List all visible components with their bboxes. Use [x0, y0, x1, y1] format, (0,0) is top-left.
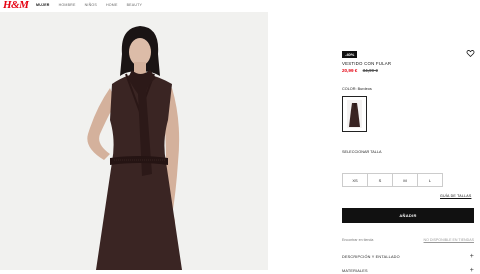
nav-item-hombre[interactable]: HOMBRE [59, 3, 76, 7]
plus-icon: + [469, 267, 474, 274]
product-details: -40% VESTIDO CON FULAR 20,99 € 34,99 € C… [268, 12, 480, 274]
nav-item-mujer[interactable]: MUJER [36, 3, 50, 7]
main-nav: MUJER HOMBRE NIÑOS HOME BEAUTY [36, 3, 142, 7]
color-label: COLOR: Burdeos [342, 87, 372, 91]
hm-logo[interactable]: H&M [3, 0, 29, 11]
nav-item-beauty[interactable]: BEAUTY [127, 3, 143, 7]
size-option-s[interactable]: S [367, 173, 393, 187]
find-in-store-link[interactable]: Encontrar en tienda [342, 238, 373, 242]
product-name: VESTIDO CON FULAR [342, 61, 392, 66]
product-prices: 20,99 € 34,99 € [342, 68, 378, 73]
dress-thumbnail-icon [349, 103, 360, 127]
top-header: H&M MUJER HOMBRE NIÑOS HOME BEAUTY [0, 0, 480, 12]
discount-badge: -40% [342, 51, 358, 58]
size-option-l[interactable]: L [417, 173, 443, 187]
price-original: 34,99 € [362, 68, 378, 73]
accordion-materials-label: MATERIALES [342, 268, 368, 273]
heart-outline-icon[interactable] [466, 49, 475, 58]
size-option-m[interactable]: M [392, 173, 418, 187]
accordion-description-label: DESCRIPCIÓN Y ENTALLADO [342, 254, 400, 259]
swatch-thumbnail [347, 100, 362, 128]
product-image[interactable] [0, 12, 268, 270]
size-selector: XS S M L [342, 173, 443, 187]
nav-item-home[interactable]: HOME [106, 3, 118, 7]
store-availability[interactable]: NO DISPONIBLE EN TIENDAS [424, 238, 474, 242]
model-photo [87, 26, 182, 270]
accordion-materials[interactable]: MATERIALES + [342, 267, 474, 274]
plus-icon: + [469, 253, 474, 260]
store-row: Encontrar en tienda NO DISPONIBLE EN TIE… [342, 238, 474, 242]
nav-item-ninos[interactable]: NIÑOS [85, 3, 97, 7]
price-current: 20,99 € [342, 68, 358, 73]
size-guide-link[interactable]: GUÍA DE TALLAS [440, 194, 471, 198]
size-option-xs[interactable]: XS [342, 173, 368, 187]
add-to-bag-button[interactable]: AÑADIR [342, 208, 474, 223]
accordion-description[interactable]: DESCRIPCIÓN Y ENTALLADO + [342, 253, 474, 260]
size-label: SELECCIONAR TALLA [342, 150, 382, 154]
color-swatch-burdeos[interactable] [342, 96, 367, 132]
